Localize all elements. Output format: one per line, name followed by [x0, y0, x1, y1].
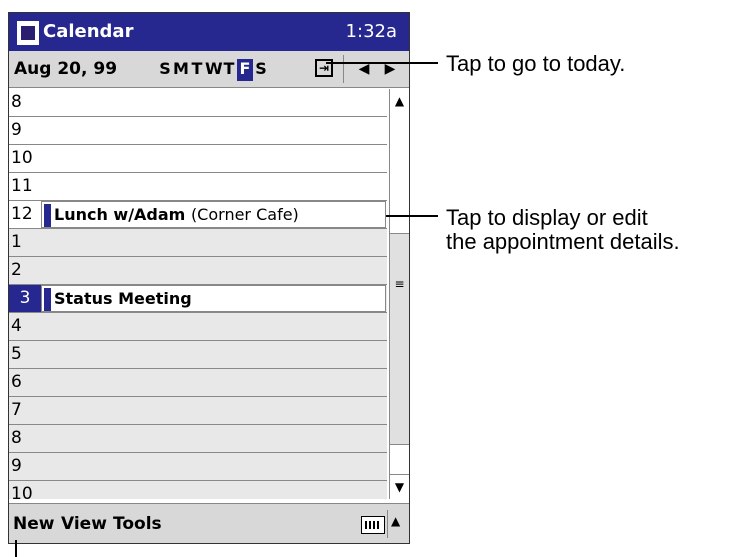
hour-label: 12: [11, 204, 33, 224]
hour-label: 9: [11, 456, 22, 476]
hour-row[interactable]: 9: [9, 117, 387, 145]
hour-row[interactable]: 8: [9, 425, 387, 453]
hour-row[interactable]: 4: [9, 313, 387, 341]
hour-label: 1: [11, 232, 22, 252]
hour-row[interactable]: 6: [9, 369, 387, 397]
appointment-location: (Corner Cafe): [190, 205, 299, 224]
hour-label: 7: [11, 400, 22, 420]
callout-go-to-today: Tap to go to today.: [446, 51, 626, 76]
hour-label: 9: [11, 120, 22, 140]
hour-row[interactable]: 11: [9, 173, 387, 201]
scroll-track-lower[interactable]: [390, 444, 409, 475]
scroll-up-arrow-icon[interactable]: ▲: [390, 89, 409, 114]
day-friday[interactable]: F: [237, 59, 253, 81]
keyboard-icon[interactable]: [361, 516, 385, 534]
callout-line-new: [15, 540, 17, 557]
scroll-thumb[interactable]: ≡: [390, 249, 409, 319]
start-menu-icon[interactable]: [17, 21, 39, 45]
hour-row-selected[interactable]: 3 Status Meeting: [9, 285, 387, 313]
title-bar: Calendar 1:32a: [9, 13, 409, 51]
appointment-marker: [44, 288, 51, 311]
week-day-selector: S M T W T F S: [157, 59, 269, 81]
appointment-marker: [44, 204, 51, 227]
appointment-title: Lunch w/Adam: [54, 205, 186, 224]
day-saturday[interactable]: S: [253, 59, 269, 81]
hour-label: 11: [11, 176, 33, 196]
callout-appointment-details-line2: the appointment details.: [446, 229, 680, 254]
hour-label: 10: [11, 484, 33, 499]
date-navigation-bar: Aug 20, 99 S M T W T F S ⇥ ◀ ▶: [9, 51, 409, 88]
hour-label-selected: 3: [9, 285, 41, 312]
menu-view[interactable]: View: [61, 514, 107, 534]
hour-row[interactable]: 12 Lunch w/Adam (Corner Cafe): [9, 201, 387, 229]
hour-label: 8: [11, 92, 22, 112]
hour-label: 2: [11, 260, 22, 280]
hour-row[interactable]: 9: [9, 453, 387, 481]
hour-label: 6: [11, 372, 22, 392]
appointment-title: Status Meeting: [54, 289, 192, 308]
app-title: Calendar: [43, 21, 134, 42]
input-selector-arrow-icon[interactable]: ▲: [391, 514, 400, 528]
hour-row[interactable]: 1: [9, 229, 387, 257]
hour-label: 10: [11, 148, 33, 168]
hour-label: 4: [11, 316, 22, 336]
day-schedule-grid: 8 9 10 11 12 Lunch w/Adam (Corner Cafe) …: [9, 89, 387, 499]
day-monday[interactable]: M: [173, 59, 189, 81]
status-meeting-appointment[interactable]: Status Meeting: [41, 285, 386, 312]
day-thursday[interactable]: T: [221, 59, 237, 81]
scroll-down-arrow-icon[interactable]: ▼: [390, 474, 409, 499]
hour-row[interactable]: 8: [9, 89, 387, 117]
callout-line-today: [326, 62, 438, 64]
hour-row[interactable]: 7: [9, 397, 387, 425]
nav-divider: [343, 55, 344, 83]
hour-row[interactable]: 10: [9, 481, 387, 499]
callout-line-appointment: [386, 215, 438, 217]
day-tuesday[interactable]: T: [189, 59, 205, 81]
day-wednesday[interactable]: W: [205, 59, 223, 81]
appointment-text: Lunch w/Adam (Corner Cafe): [54, 205, 299, 224]
input-divider: [387, 510, 388, 538]
vertical-scrollbar[interactable]: ▲ ≡ ▼: [389, 89, 409, 499]
menu-tools[interactable]: Tools: [113, 514, 162, 534]
hour-row[interactable]: 5: [9, 341, 387, 369]
command-bar: New View Tools ▲: [9, 503, 409, 543]
hour-row[interactable]: 2: [9, 257, 387, 285]
current-date[interactable]: Aug 20, 99: [14, 59, 117, 79]
day-sunday[interactable]: S: [157, 59, 173, 81]
lunch-appointment[interactable]: Lunch w/Adam (Corner Cafe): [41, 201, 386, 228]
hour-row[interactable]: 10: [9, 145, 387, 173]
pocket-pc-screen: Calendar 1:32a Aug 20, 99 S M T W T F S …: [8, 12, 410, 544]
menu-new[interactable]: New: [13, 514, 54, 534]
hour-label: 8: [11, 428, 22, 448]
callout-appointment-details-line1: Tap to display or edit: [446, 205, 648, 230]
hour-label: 5: [11, 344, 22, 364]
clock[interactable]: 1:32a: [346, 21, 397, 42]
